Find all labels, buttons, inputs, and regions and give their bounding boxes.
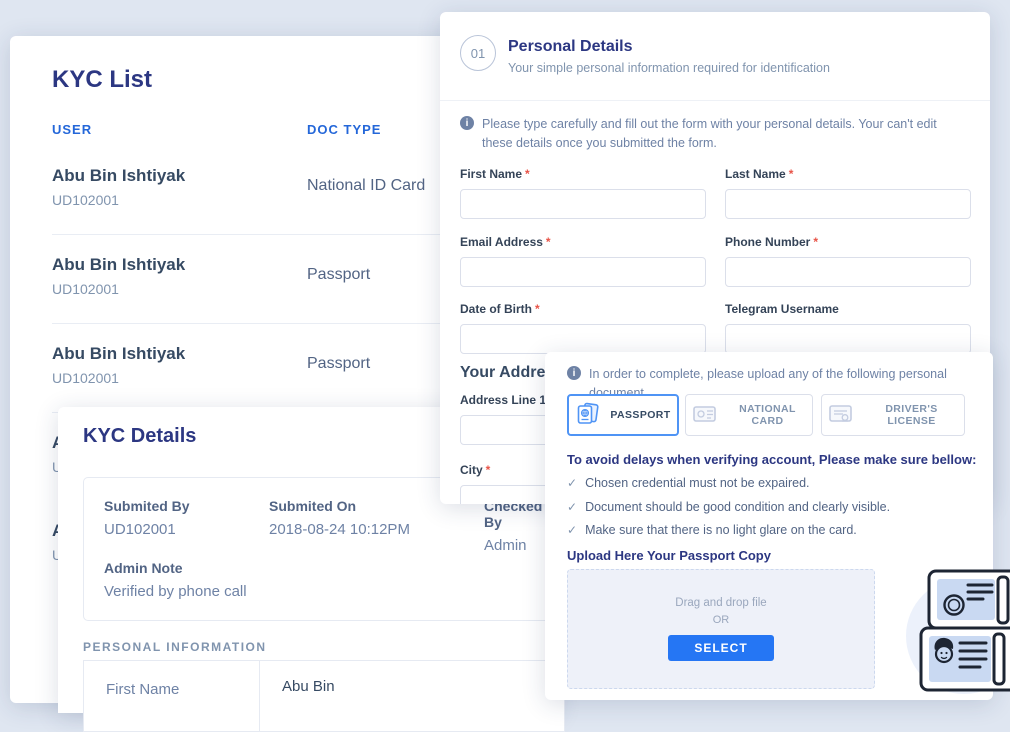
required-mark: *	[789, 167, 794, 181]
field-telegram-username: Telegram Username	[725, 302, 971, 354]
checklist-text: Make sure that there is no light glare o…	[585, 523, 857, 537]
user-name: Abu Bin Ishtiyak	[52, 166, 185, 186]
field-label: Email Address*	[460, 235, 706, 249]
doc-type: National ID Card	[307, 177, 425, 195]
summary-submitted-by: Submited By UD102001	[104, 498, 190, 538]
field-email-address: Email Address*	[460, 235, 706, 287]
verify-notice-title: To avoid delays when verifying account, …	[567, 452, 976, 467]
required-mark: *	[535, 302, 540, 316]
info-icon: i	[567, 366, 581, 380]
dropzone-hint: Drag and drop file	[675, 597, 766, 609]
user-name: Abu Bin Ishtiyak	[52, 255, 185, 275]
required-mark: *	[525, 167, 530, 181]
upload-copy-title: Upload Here Your Passport Copy	[567, 548, 771, 563]
summary-submitted-on: Submited On 2018-08-24 10:12PM	[269, 498, 410, 538]
kyc-list-title: KYC List	[52, 66, 152, 94]
field-label: Telegram Username	[725, 302, 971, 316]
summary-label: Submited By	[104, 498, 190, 514]
date-of-birth-input[interactable]	[460, 324, 706, 354]
table-row[interactable]: Abu Bin Ishtiyak UD102001 Passport	[52, 235, 460, 324]
checklist-item: ✓ Chosen credential must not be expaired.	[567, 476, 810, 490]
table-row[interactable]: Abu Bin Ishtiyak UD102001 National ID Ca…	[52, 146, 460, 235]
summary-label: Submited On	[269, 498, 410, 514]
doc-type: Passport	[307, 355, 370, 373]
required-mark: *	[813, 235, 818, 249]
user-name: Abu Bin Ishtiyak	[52, 344, 185, 364]
check-icon: ✓	[567, 476, 577, 490]
kyc-list-header: USER DOC TYPE	[52, 122, 440, 146]
doc-option-label: PASSPORT	[610, 409, 670, 421]
checklist-text: Document should be good condition and cl…	[585, 500, 890, 514]
info-row-label: First Name	[84, 661, 260, 731]
personal-details-subtitle: Your simple personal information require…	[508, 61, 830, 75]
form-note: i Please type carefully and fill out the…	[460, 115, 965, 153]
check-icon: ✓	[567, 523, 577, 537]
section-header-personal-information: PERSONAL INFORMATION	[83, 640, 267, 654]
user-id: UD102001	[52, 370, 119, 386]
doc-option-drivers-license[interactable]: DRIVER'S LICENSE	[821, 394, 965, 436]
doc-option-label: DRIVER'S LICENSE	[865, 403, 958, 427]
check-icon: ✓	[567, 500, 577, 514]
step-number-badge: 01	[460, 35, 496, 71]
checklist-item: ✓ Document should be good condition and c…	[567, 500, 890, 514]
national-card-icon	[692, 402, 720, 429]
personal-details-title: Personal Details	[508, 38, 633, 56]
info-icon: i	[460, 116, 474, 130]
summary-admin-note: Admin Note Verified by phone call	[104, 560, 247, 600]
field-last-name: Last Name*	[725, 167, 971, 219]
kyc-details-title: KYC Details	[83, 425, 196, 448]
field-label: First Name*	[460, 167, 706, 181]
column-header-user[interactable]: USER	[52, 122, 92, 137]
telegram-username-input[interactable]	[725, 324, 971, 354]
checklist-item: ✓ Make sure that there is no light glare …	[567, 523, 857, 537]
phone-number-input[interactable]	[725, 257, 971, 287]
summary-value: Verified by phone call	[104, 583, 247, 600]
table-row[interactable]: Abu Bin Ishtiyak UD102001 Passport	[52, 324, 460, 413]
form-note-text: Please type carefully and fill out the f…	[482, 115, 965, 153]
summary-value: 2018-08-24 10:12PM	[269, 521, 410, 538]
doc-option-label: NATIONAL CARD	[729, 403, 806, 427]
info-row-value: Abu Bin	[260, 661, 564, 731]
last-name-input[interactable]	[725, 189, 971, 219]
required-mark: *	[546, 235, 551, 249]
divider	[440, 100, 990, 101]
dropzone-or: OR	[713, 614, 730, 626]
doc-option-passport[interactable]: PASSPORT	[567, 394, 679, 436]
summary-value: UD102001	[104, 521, 190, 538]
field-label: Date of Birth*	[460, 302, 706, 316]
doc-option-national-card[interactable]: NATIONAL CARD	[685, 394, 813, 436]
required-mark: *	[486, 463, 491, 477]
field-phone-number: Phone Number*	[725, 235, 971, 287]
column-header-doc-type[interactable]: DOC TYPE	[307, 122, 381, 137]
user-id: UD102001	[52, 192, 119, 208]
file-dropzone[interactable]: Drag and drop file OR SELECT	[567, 569, 875, 689]
user-id: UD102001	[52, 281, 119, 297]
passport-icon	[575, 401, 601, 430]
field-label: Phone Number*	[725, 235, 971, 249]
select-file-button[interactable]: SELECT	[668, 635, 774, 661]
field-label: Last Name*	[725, 167, 971, 181]
summary-label: Admin Note	[104, 560, 247, 576]
first-name-input[interactable]	[460, 189, 706, 219]
field-first-name: First Name*	[460, 167, 706, 219]
doc-type: Passport	[307, 266, 370, 284]
drivers-license-icon	[828, 402, 856, 429]
checklist-text: Chosen credential must not be expaired.	[585, 476, 809, 490]
email-address-input[interactable]	[460, 257, 706, 287]
field-date-of-birth: Date of Birth*	[460, 302, 706, 354]
document-upload-panel: i In order to complete, please upload an…	[545, 352, 993, 700]
personal-info-table: First Name Abu Bin	[83, 660, 565, 732]
